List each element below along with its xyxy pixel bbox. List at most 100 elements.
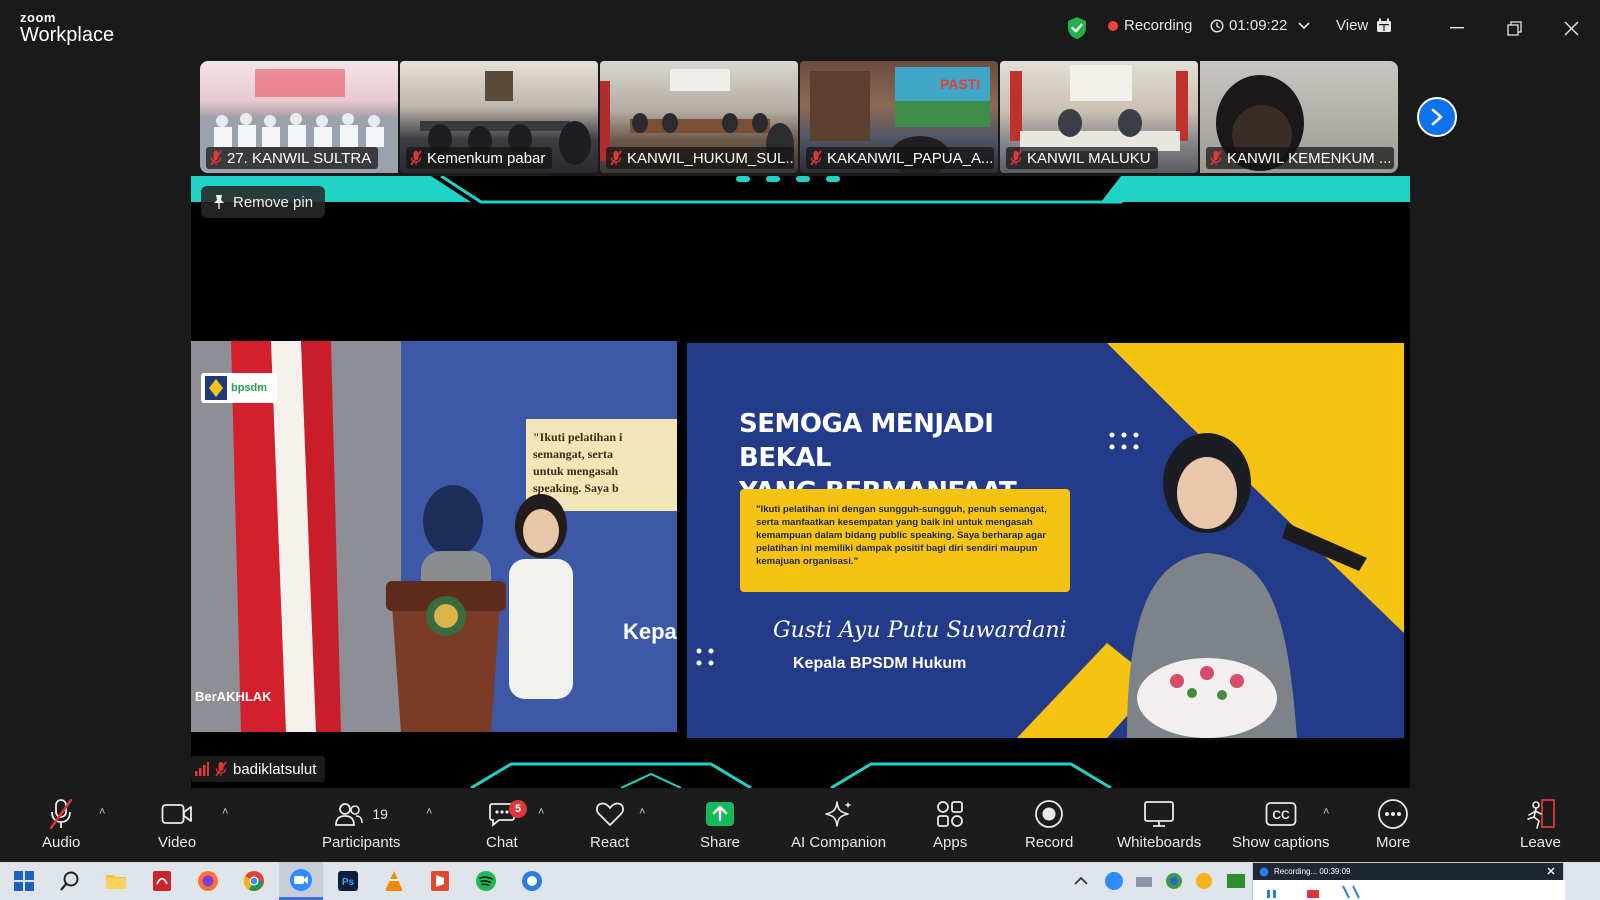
audio-options-caret-icon[interactable]: ˄ [99,806,105,818]
leave-meeting-button[interactable]: Leave [1520,794,1561,851]
participant-name: KAKANWIL_PAPUA_A... [827,149,994,167]
firefox-icon[interactable] [196,869,220,893]
participant-name: 27. KANWIL SULTRA [227,149,372,167]
speaker-name: badiklatsulut [233,760,317,778]
photoshop-icon[interactable]: Ps [336,869,360,893]
participant-thumbnail[interactable]: KANWIL MALUKU [1000,61,1198,173]
participant-name: KANWIL MALUKU [1027,149,1151,167]
slide-quote-box: "Ikuti pelatihan ini dengan sungguh-sung… [740,489,1070,592]
grid-view-icon [1377,18,1392,32]
participant-name: Kemenkum pabar [427,149,546,167]
title-bar: zoom Workplace Recording 01:09:22 View [0,0,1600,58]
bpsdm-logo: bpsdm [201,373,277,403]
chat-options-caret-icon[interactable]: ˄ [538,806,544,818]
emblem-icon [205,376,227,400]
participant-thumbnail[interactable]: KANWIL KEMENKUM ... [1200,61,1398,173]
stage-decoration-bottom [470,762,1112,788]
timer-value: 01:09:22 [1229,17,1288,34]
recording-preview-popup[interactable]: Recording... 00:39:09 [1252,862,1565,900]
next-page-button[interactable] [1417,97,1457,137]
participant-name-label: KANWIL KEMENKUM ... [1206,147,1394,169]
close-window-button[interactable] [1554,12,1588,44]
participant-thumbnail[interactable]: KANWIL_HUKUM_SUL... [600,61,798,173]
participant-thumbnail[interactable]: Kemenkum pabar [400,61,598,173]
recording-dot-icon [1108,20,1118,31]
minimize-button[interactable] [1440,12,1474,44]
slide-title-line: SEMOGA MENJADI BEKAL [739,409,994,473]
captions-options-caret-icon[interactable]: ˄ [1323,806,1329,818]
close-icon [1564,21,1578,35]
video-button[interactable]: Video [158,794,196,851]
captions-cc-icon: CC [1265,802,1297,826]
svg-text:Ps: Ps [342,877,355,888]
tray-zoom-icon[interactable] [1104,871,1124,891]
participant-name-label: Kemenkum pabar [406,147,553,169]
recording-label: Recording [1124,17,1193,34]
tray-expand-chevron-icon[interactable] [1072,869,1090,893]
whiteboards-label: Whiteboards [1117,834,1202,851]
remove-pin-button[interactable]: Remove pin [201,186,326,218]
more-ellipsis-icon [1378,799,1408,829]
mic-muted-icon [1210,150,1222,166]
participants-label: Participants [322,834,401,851]
clock-icon [1210,18,1224,33]
file-explorer-icon[interactable] [104,869,128,893]
bg-quote-line: speaking. Saya b [533,481,619,495]
record-button[interactable]: Record [1025,794,1073,851]
audio-label: Audio [42,834,81,851]
audio-button[interactable]: Audio [42,794,80,851]
participant-name-label: 27. KANWIL SULTRA [206,147,379,169]
chevron-right-icon [1431,108,1443,126]
apps-button[interactable]: Apps [933,794,967,851]
tray-globe-icon[interactable] [1164,871,1184,891]
tray-nvidia-icon[interactable] [1226,871,1246,891]
bg-quote-line: "Ikuti pelatihan i [533,430,623,444]
bpsdm-logo-text: bpsdm [231,382,268,394]
participant-thumbnail[interactable]: PASTI KAKANWIL_PAPUA_A... [800,61,998,173]
encryption-shield-icon[interactable] [1066,16,1088,40]
svg-text:PASTI: PASTI [940,76,980,92]
spotify-icon[interactable] [474,869,498,893]
recording-indicator[interactable]: Recording [1108,17,1192,34]
office-app-icon[interactable] [428,869,452,893]
recorder-icon [1259,867,1269,876]
view-menu-button[interactable]: View [1336,17,1392,34]
windows-start-icon[interactable] [12,869,36,893]
search-icon[interactable] [58,869,82,893]
vlc-icon[interactable] [382,869,406,893]
sparkle-icon [824,801,852,827]
remove-pin-label: Remove pin [233,193,314,211]
logo-small-text: zoom [20,10,56,25]
share-screen-button[interactable]: Share [700,794,740,851]
chrome-icon[interactable] [242,869,266,893]
whiteboard-icon [1144,801,1175,827]
react-options-caret-icon[interactable]: ˄ [639,806,645,818]
heart-icon [595,802,624,826]
presentation-slide: SEMOGA MENJADI BEKAL YANG BERMANFAAT "Ik… [685,341,1406,740]
participants-button[interactable]: 19 Participants [322,794,400,851]
react-label: React [590,834,630,851]
tray-network-icon[interactable] [1134,871,1154,891]
participant-name-label: KANWIL MALUKU [1006,147,1158,169]
bg-quote-line: semangat, serta [533,447,613,461]
more-label: More [1376,834,1411,851]
whiteboards-button[interactable]: Whiteboards [1117,794,1201,851]
close-icon[interactable] [1547,867,1555,875]
participants-options-caret-icon[interactable]: ˄ [426,806,432,818]
screen-recorder-icon[interactable] [520,869,544,893]
view-label: View [1336,17,1369,34]
stage-decoration-top [191,176,1410,204]
show-captions-button[interactable]: CC Show captions [1232,794,1330,851]
taskbar-active-zoom[interactable] [279,862,323,900]
pdf-app-icon[interactable] [150,869,174,893]
more-button[interactable]: More [1376,794,1410,851]
ai-companion-button[interactable]: AI Companion [791,794,886,851]
mic-muted-icon [1010,150,1022,166]
restore-button[interactable] [1497,12,1531,44]
participant-thumbnail[interactable]: 27. KANWIL SULTRA [200,61,398,173]
mic-muted-icon [410,150,422,166]
video-options-caret-icon[interactable]: ˄ [222,806,228,818]
meeting-timer[interactable]: 01:09:22 [1210,17,1310,34]
react-button[interactable]: React [590,794,629,851]
tray-app-icon[interactable] [1194,871,1214,891]
